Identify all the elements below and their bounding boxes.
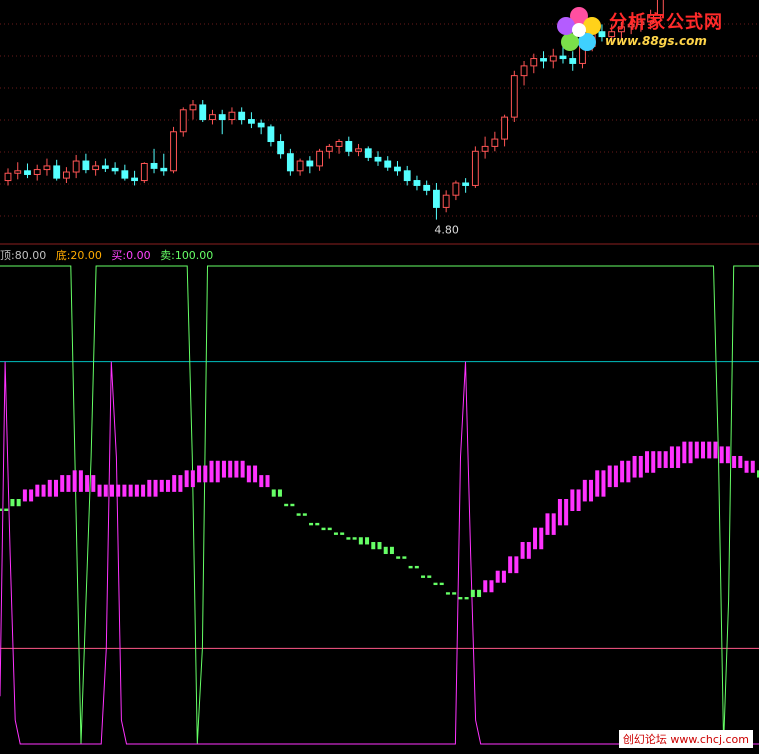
oscillator-panel [0,265,759,745]
candle-body [403,170,411,182]
candle-body [384,160,392,168]
candle-body [189,104,197,111]
candle-body [218,114,226,121]
candle-body [111,167,119,172]
legend-buy: 买:0.00 [111,249,151,262]
candle-body [248,119,255,124]
legend-top: 顶:80.00 [0,249,47,262]
candle-body [442,194,450,208]
buy-line [0,361,759,745]
price-grid [0,23,759,245]
candle-body [549,55,557,62]
candle-body [43,165,51,171]
legend-sell: 卖:100.00 [160,249,214,262]
candle-body [209,114,216,121]
site-url: www.88gs.com [605,34,707,48]
candle-body [4,172,12,182]
candle-body [92,165,100,171]
candle-body [345,141,353,152]
candle-body [179,109,187,133]
candle-body [491,138,499,147]
candle-body [170,131,177,172]
candle-body [530,58,538,67]
candle-body [306,160,314,167]
candle-body [569,58,577,64]
flower-logo-icon [557,7,601,51]
candle-body [238,111,246,121]
candle-body [53,165,61,179]
candle-body [374,156,382,162]
candle-body [199,104,207,121]
candle-body [82,160,90,171]
site-watermark: 分析家公式网 www.88gs.com [551,4,751,56]
footer-watermark: 创幻论坛 www.chcj.com [618,730,753,748]
candle-body [140,162,148,182]
candle-body [355,148,362,152]
candle-body [559,55,567,60]
candle-body [481,145,489,152]
legend-bottom: 底:20.00 [55,249,102,262]
candle-body [462,182,470,186]
candle-body [14,170,22,174]
candle-body [160,167,168,172]
candle-body [63,171,70,179]
chart-canvas: 4.80 [0,0,759,745]
indicator-legend: 顶:80.00 底:20.00 买:0.00 卖:100.00 [0,247,219,263]
candle-body [423,184,431,191]
candle-body [72,160,80,173]
candle-body [510,75,518,118]
site-name: 分析家公式网 [609,12,723,33]
candle-body [520,65,528,77]
candle-body [277,141,285,155]
candle-body [131,177,139,182]
candle-body [471,150,479,186]
candle-body [257,122,265,128]
candle-body [24,170,31,175]
candle-body [413,180,421,186]
low-price-label: 4.80 [434,224,459,237]
candle-body [33,169,41,175]
candle-body [121,170,129,179]
candle-body [325,145,333,152]
candle-body [501,116,509,140]
candle-body [540,58,547,62]
candle-body [452,182,460,196]
candle-body [394,166,401,172]
sell-line [0,265,759,745]
candle-body [433,189,440,208]
candle-body [364,148,372,158]
candle-body [296,160,304,172]
candle-body [286,153,294,172]
candle-body [101,165,109,169]
candle-body [228,111,236,121]
candle-body [335,141,343,147]
candle-body [316,150,324,167]
candle-body [150,162,158,169]
candle-body [267,126,275,143]
